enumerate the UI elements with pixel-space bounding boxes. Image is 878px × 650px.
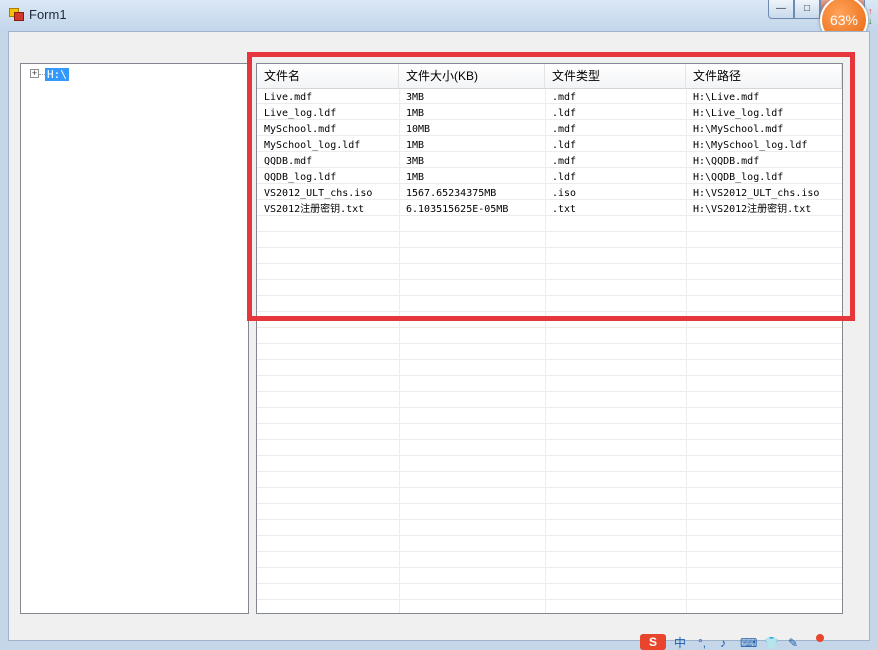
skin-icon[interactable]: 👕	[764, 637, 779, 649]
ime-toolbar: S 中 °, ♪ ⌨ 👕 ✎	[640, 631, 878, 650]
expand-icon[interactable]: +	[30, 69, 39, 78]
upload-arrow-icon: ↑	[868, 6, 873, 16]
directory-tree-view[interactable]: + H:\	[20, 63, 249, 614]
app-icon	[9, 8, 24, 21]
highlight-annotation-box	[247, 52, 855, 321]
window-title: Form1	[29, 7, 67, 22]
keyboard-icon[interactable]: ⌨	[740, 637, 757, 649]
download-arrow-icon: ↓	[868, 16, 873, 26]
network-speed-arrows: ↑ ↓	[868, 6, 878, 32]
minimize-button[interactable]: —	[768, 0, 794, 19]
tree-node-label[interactable]: H:\	[45, 68, 69, 81]
tools-icon[interactable]: ✎	[788, 637, 798, 649]
voice-icon[interactable]: ♪	[720, 637, 726, 649]
punctuation-icon[interactable]: °,	[698, 637, 706, 649]
notification-dot	[816, 634, 824, 642]
title-bar[interactable]: Form1 — □	[0, 0, 878, 31]
ime-logo-icon[interactable]: S	[640, 634, 666, 650]
maximize-button[interactable]: □	[794, 0, 820, 19]
chinese-mode-icon[interactable]: 中	[674, 637, 686, 649]
